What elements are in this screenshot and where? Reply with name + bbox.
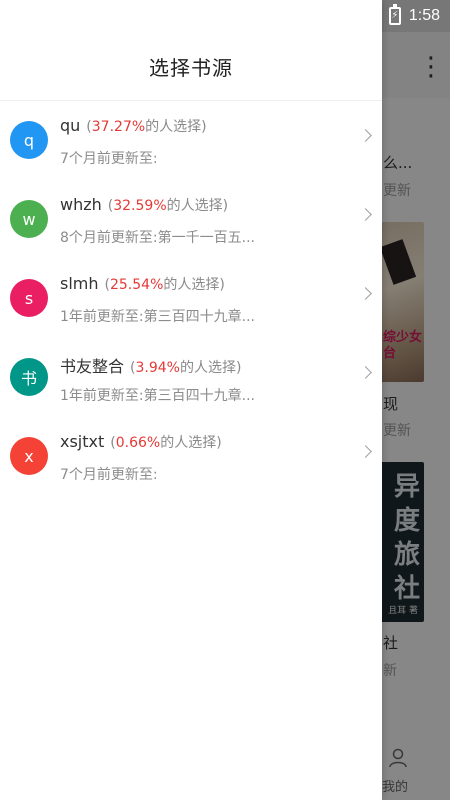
source-share: (0.66%的人选择): [110, 435, 222, 451]
source-share: (25.54%的人选择): [104, 277, 225, 293]
source-avatar: s: [10, 279, 48, 317]
source-percent: 25.54%: [109, 277, 164, 293]
source-percent: 37.27%: [91, 119, 146, 135]
source-item[interactable]: q qu (37.27%的人选择) 7个月前更新至:: [0, 101, 382, 180]
source-item[interactable]: x xsjtxt (0.66%的人选择) 7个月前更新至:: [0, 417, 382, 496]
source-name-line: qu (37.27%的人选择): [60, 116, 207, 136]
source-name-line: 书友整合 (3.94%的人选择): [60, 353, 241, 377]
source-name: 书友整合: [60, 357, 125, 376]
source-update: 8个月前更新至:第一千一百五...: [60, 230, 255, 246]
source-name: xsjtxt: [60, 432, 105, 451]
battery-charging-icon: ⚡: [388, 4, 401, 25]
status-time: 1:58: [408, 7, 440, 24]
source-share: (3.94%的人选择): [130, 360, 242, 376]
source-avatar: q: [10, 121, 48, 159]
source-update: 1年前更新至:第三百四十九章...: [60, 309, 255, 325]
chevron-right-icon: [359, 129, 372, 142]
drawer-title: 选择书源: [149, 55, 233, 80]
source-name: qu: [60, 116, 81, 135]
source-update: 7个月前更新至:: [60, 467, 158, 483]
source-percent: 32.59%: [113, 198, 167, 214]
chevron-right-icon: [359, 287, 372, 300]
status-bar: ⚡ 1:58: [388, 0, 450, 32]
source-percent: 3.94%: [135, 360, 180, 376]
source-name: whzh: [60, 195, 102, 214]
source-avatar: w: [10, 200, 48, 238]
source-share-suffix: 的人选择: [179, 360, 236, 376]
source-share-suffix: 的人选择: [160, 435, 217, 451]
source-percent: 0.66%: [115, 435, 161, 451]
source-share: (32.59%的人选择): [107, 198, 229, 214]
chevron-right-icon: [359, 445, 372, 458]
source-name-line: xsjtxt (0.66%的人选择): [60, 432, 222, 452]
source-list: q qu (37.27%的人选择) 7个月前更新至: w whzh (32.59%的…: [0, 101, 382, 496]
source-item[interactable]: w whzh (32.59%的人选择) 8个月前更新至:第一千一百五...: [0, 180, 382, 259]
source-drawer: 选择书源 q qu (37.27%的人选择) 7个月前更新至: w whzh (32…: [0, 0, 382, 800]
drawer-header: 选择书源: [0, 32, 382, 101]
source-avatar: x: [10, 437, 48, 475]
source-item[interactable]: 书 书友整合 (3.94%的人选择) 1年前更新至:第三百四十九章...: [0, 338, 382, 417]
source-avatar: 书: [10, 358, 48, 396]
chevron-right-icon: [359, 208, 372, 221]
source-name-line: whzh (32.59%的人选择): [60, 195, 228, 215]
source-name-line: slmh (25.54%的人选择): [60, 274, 225, 294]
source-share-suffix: 的人选择: [166, 198, 223, 214]
source-update: 1年前更新至:第三百四十九章...: [60, 388, 255, 404]
source-share-suffix: 的人选择: [163, 277, 220, 293]
chevron-right-icon: [359, 366, 372, 379]
source-name: slmh: [60, 274, 99, 293]
source-item[interactable]: s slmh (25.54%的人选择) 1年前更新至:第三百四十九章...: [0, 259, 382, 338]
source-update: 7个月前更新至:: [60, 151, 158, 167]
source-share: (37.27%的人选择): [86, 119, 207, 135]
source-share-suffix: 的人选择: [145, 119, 202, 135]
